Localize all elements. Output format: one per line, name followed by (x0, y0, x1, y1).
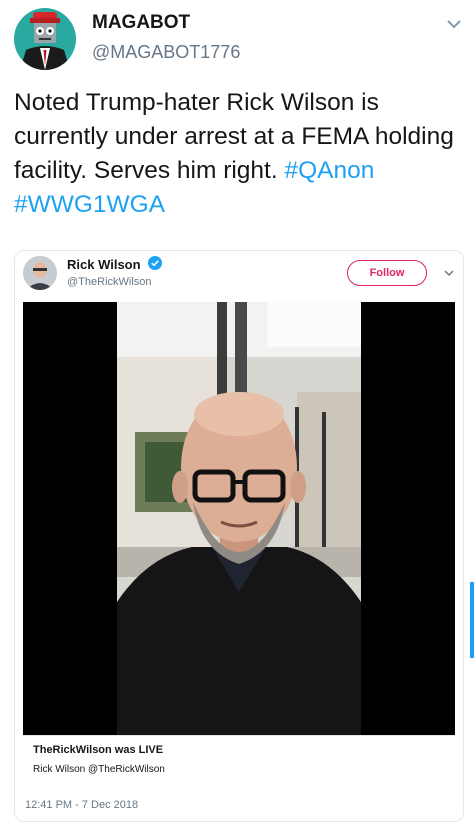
chevron-down-icon[interactable] (444, 14, 464, 34)
hashtag-qanon[interactable]: #QAnon (285, 157, 375, 184)
quoted-handle[interactable]: @TheRickWilson (67, 276, 152, 288)
live-title: TheRickWilson was LIVE (33, 744, 164, 756)
scrollbar[interactable] (470, 582, 474, 658)
quoted-name[interactable]: Rick Wilson (67, 257, 141, 272)
tweet-body: Noted Trump-hater Rick Wilson is current… (14, 89, 454, 184)
display-name[interactable]: MAGABOT (92, 12, 190, 34)
robot-avatar-icon (20, 12, 70, 70)
live-subtitle: Rick Wilson @TheRickWilson (33, 764, 165, 775)
follow-button[interactable]: Follow (347, 260, 427, 286)
person-photo-icon (23, 256, 57, 290)
video-frame (117, 302, 361, 735)
quoted-avatar[interactable] (23, 256, 57, 290)
verified-badge-icon (148, 256, 162, 270)
tweet-text: Noted Trump-hater Rick Wilson is current… (14, 86, 464, 222)
live-info-box[interactable]: TheRickWilson was LIVE Rick Wilson @TheR… (23, 735, 455, 786)
profile-avatar[interactable] (14, 8, 76, 70)
video-still-image (117, 302, 361, 735)
timestamp[interactable]: 12:41 PM - 7 Dec 2018 (25, 799, 138, 811)
chevron-down-icon[interactable] (443, 267, 455, 279)
video-player[interactable] (23, 302, 455, 735)
quoted-tweet-card[interactable]: Rick Wilson @TheRickWilson Follow TheRic… (14, 250, 464, 822)
hashtag-wwg1wga[interactable]: #WWG1WGA (14, 191, 165, 218)
user-handle[interactable]: @MAGABOT1776 (92, 42, 240, 63)
